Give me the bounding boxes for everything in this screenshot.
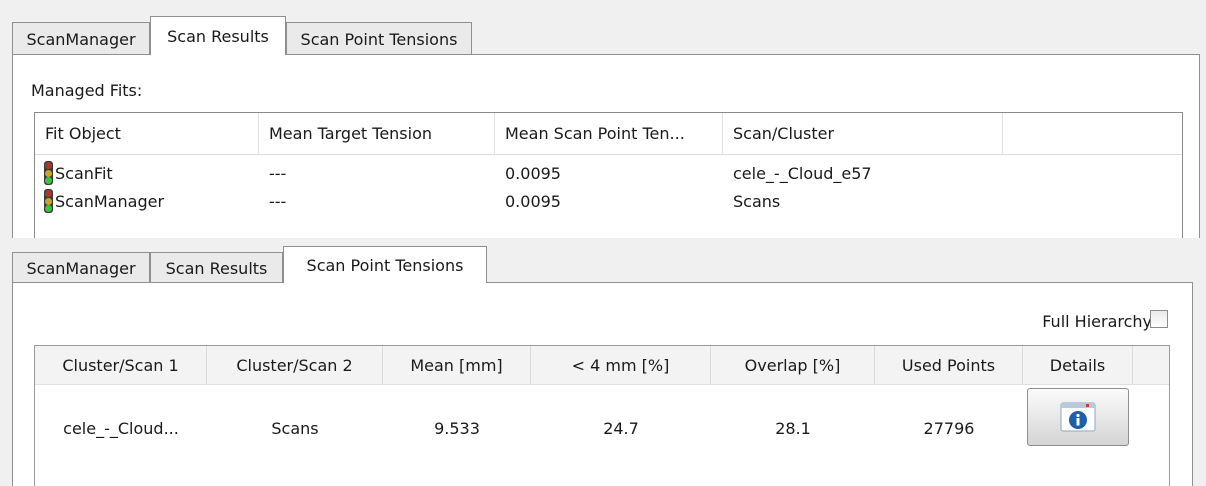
used-points-cell: 27796 [923, 418, 975, 438]
column-header-details[interactable]: Details [1023, 346, 1133, 384]
column-header-mean-target-tension[interactable]: Mean Target Tension [259, 113, 495, 154]
full-hierarchy-label: Full Hierarchy [1042, 312, 1152, 331]
mean-target-tension-cell: --- [269, 163, 287, 183]
mean-target-tension-cell: --- [269, 191, 287, 211]
column-header-under-4mm[interactable]: < 4 mm [%] [531, 346, 711, 384]
mean-cell: 9.533 [434, 418, 480, 438]
mean-scan-point-tension-cell: 0.0095 [505, 163, 561, 183]
traffic-light-green-icon [44, 161, 53, 185]
column-header-mean[interactable]: Mean [mm] [383, 346, 531, 384]
tab-scan-results[interactable]: Scan Results [150, 252, 283, 283]
column-header-overlap[interactable]: Overlap [%] [711, 346, 875, 384]
cluster-scan-2-cell: Scans [271, 418, 319, 438]
column-header-mean-scan-point-tension[interactable]: Mean Scan Point Ten... [495, 113, 723, 154]
table-header: Fit Object Mean Target Tension Mean Scan… [35, 113, 1182, 155]
table-row[interactable]: ScanFit --- 0.0095 cele_-_Cloud_e57 [35, 159, 1182, 187]
under-4mm-cell: 24.7 [603, 418, 639, 438]
tab-scanmanager[interactable]: ScanManager [12, 252, 150, 283]
table-row[interactable]: ScanManager --- 0.0095 Scans [35, 187, 1182, 215]
overlap-cell: 28.1 [775, 418, 811, 438]
column-header-scan-cluster[interactable]: Scan/Cluster [723, 113, 1003, 154]
column-header-used-points[interactable]: Used Points [875, 346, 1023, 384]
mean-scan-point-tension-cell: 0.0095 [505, 191, 561, 211]
tab-scan-point-tensions[interactable]: Scan Point Tensions [286, 22, 472, 55]
table-header: Cluster/Scan 1 Cluster/Scan 2 Mean [mm] … [35, 346, 1169, 385]
column-header-cluster-scan-2[interactable]: Cluster/Scan 2 [207, 346, 383, 384]
scan-cluster-cell: Scans [733, 191, 781, 211]
column-header-cluster-scan-1[interactable]: Cluster/Scan 1 [35, 346, 207, 384]
fit-object-cell: ScanFit [44, 159, 113, 187]
fit-object-name: ScanManager [55, 191, 165, 211]
scan-results-content: Managed Fits: Fit Object Mean Target Ten… [12, 54, 1200, 239]
tab-scan-results[interactable]: Scan Results [150, 16, 286, 55]
managed-fits-label: Managed Fits: [31, 81, 143, 100]
scan-cluster-cell: cele_-_Cloud_e57 [733, 163, 872, 183]
tab-scan-point-tensions[interactable]: Scan Point Tensions [283, 246, 487, 283]
fit-object-cell: ScanManager [44, 187, 164, 215]
traffic-light-green-icon [44, 189, 53, 213]
scan-point-tensions-table[interactable]: Cluster/Scan 1 Cluster/Scan 2 Mean [mm] … [34, 345, 1170, 486]
cluster-scan-1-cell: cele_-_Cloud... [63, 418, 179, 438]
details-button[interactable] [1027, 388, 1129, 446]
fit-object-name: ScanFit [55, 163, 113, 183]
managed-fits-table[interactable]: Fit Object Mean Target Tension Mean Scan… [34, 112, 1183, 239]
tab-scanmanager[interactable]: ScanManager [12, 22, 150, 55]
column-header-fit-object[interactable]: Fit Object [35, 113, 259, 154]
info-icon [1060, 402, 1096, 432]
full-hierarchy-checkbox[interactable] [1150, 310, 1168, 328]
